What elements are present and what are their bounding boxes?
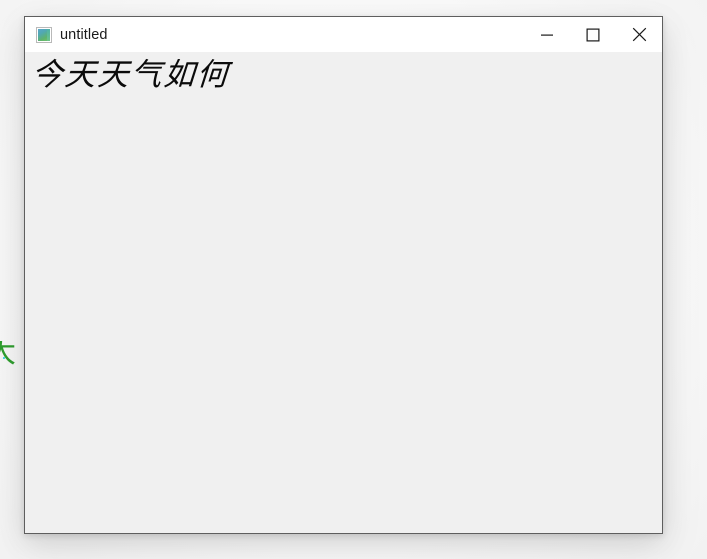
image-frame-icon-picture: [38, 28, 47, 41]
image-frame-icon: [36, 26, 52, 43]
stray-desktop-glyph: 大: [0, 341, 26, 377]
window-titlebar[interactable]: untitled: [25, 17, 662, 52]
minimize-icon: [541, 34, 553, 36]
window-controls: [524, 17, 662, 52]
desktop-background: 大 untitled 今天天气如何: [0, 0, 707, 559]
minimize-button[interactable]: [524, 17, 570, 52]
image-frame-icon-bar: [47, 28, 50, 41]
stray-desktop-glyph-text: 大: [0, 341, 16, 370]
document-canvas[interactable]: 今天天气如何: [25, 52, 662, 533]
close-icon: [632, 27, 646, 42]
maximize-button[interactable]: [570, 17, 616, 52]
stray-desktop-dot: [3, 357, 5, 359]
window-title: untitled: [60, 26, 108, 43]
application-window: untitled 今天天气如何: [24, 16, 663, 534]
close-button[interactable]: [616, 17, 662, 52]
maximize-icon: [586, 28, 600, 42]
document-text: 今天天气如何: [30, 57, 231, 93]
